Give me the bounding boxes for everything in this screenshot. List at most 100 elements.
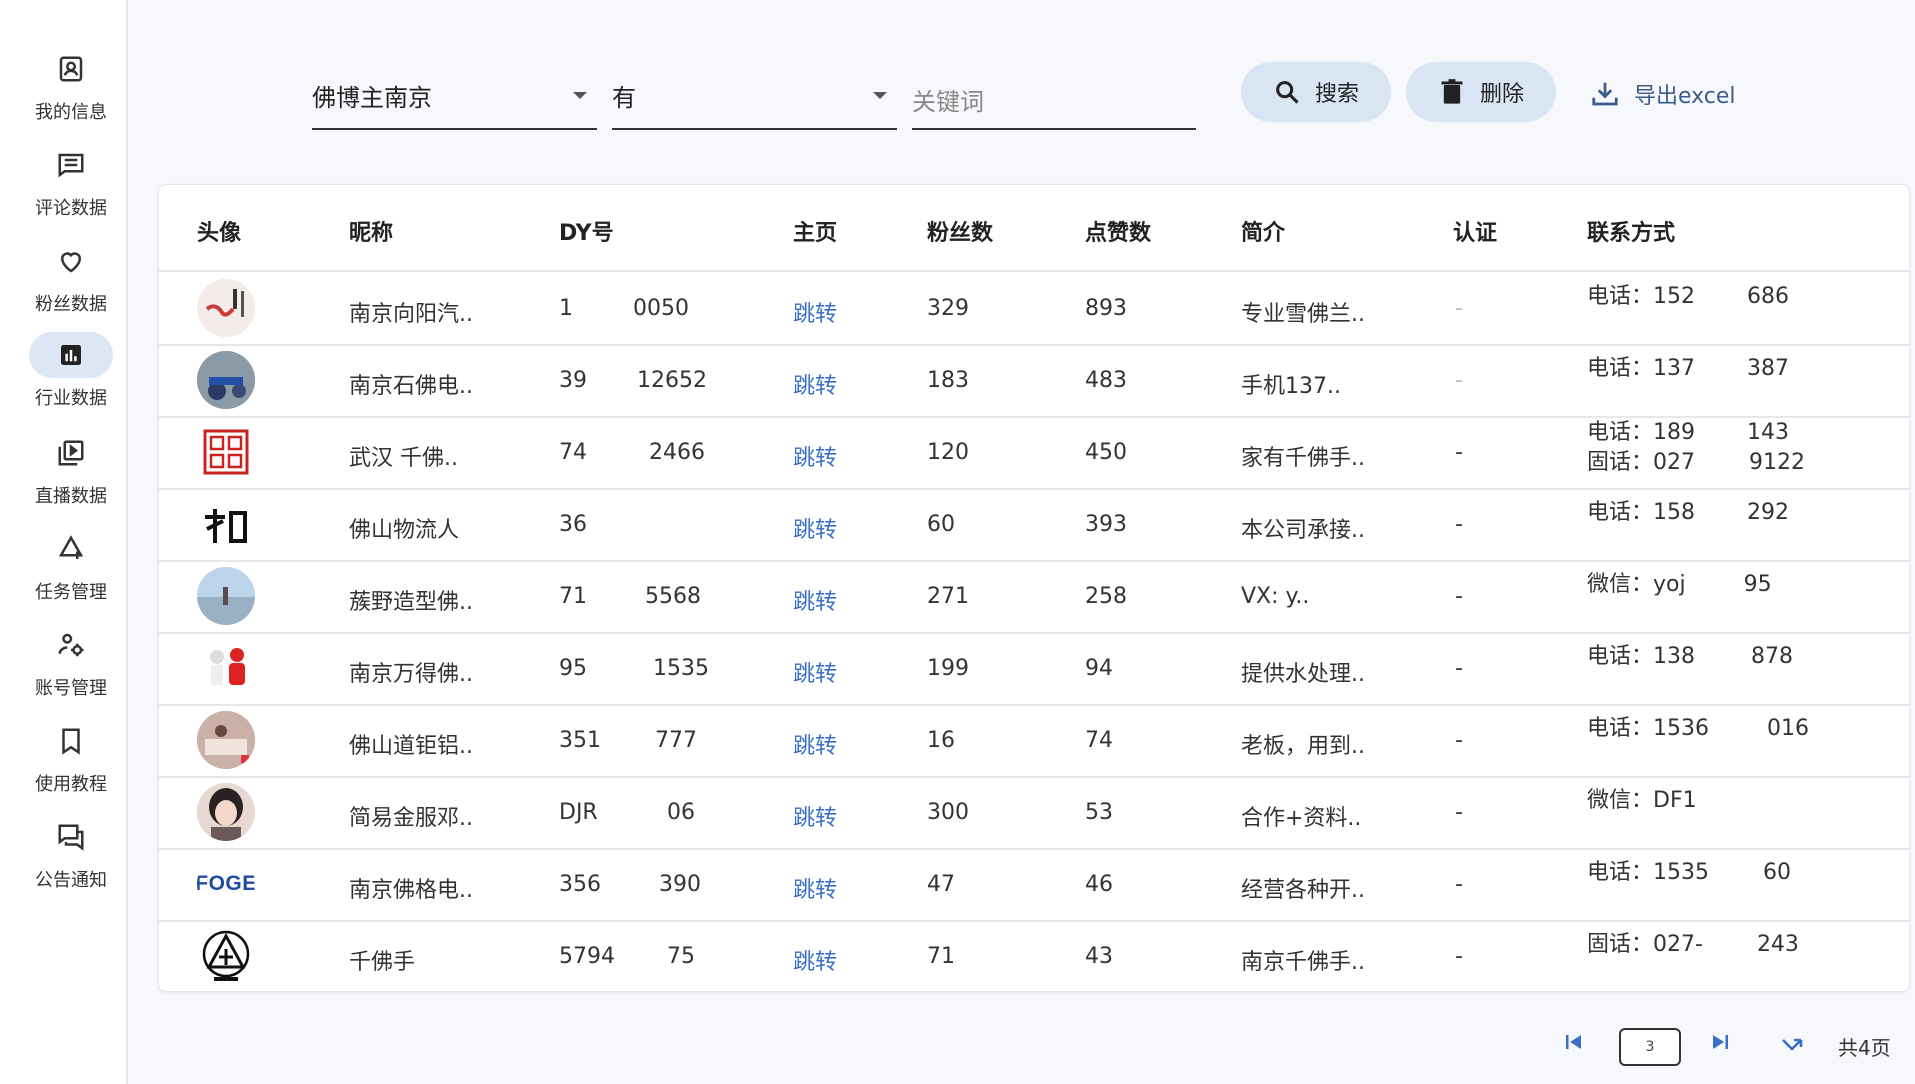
- contact-line: 电话：137: [1587, 356, 1695, 381]
- sidebar-item-live[interactable]: 直播数据: [14, 430, 128, 518]
- contact-line: 微信：DF1: [1587, 788, 1697, 813]
- table-row: FOGE 南京佛格电.. 356 390 跳转 47 46 经营各种开.. - …: [159, 848, 1909, 922]
- fans-cell: 199: [927, 656, 969, 681]
- contact-cell: 电话：152 686: [1587, 282, 1789, 312]
- table-row: 千佛手 5794 75 跳转 71 43 南京千佛手.. - 固话：027- 24…: [159, 920, 1909, 992]
- avatar: FOGE: [197, 855, 255, 913]
- contact-line-tail: 387: [1747, 356, 1789, 381]
- dy-cell: 71: [559, 584, 587, 609]
- sidebar-item-tutorial[interactable]: 使用教程: [14, 718, 128, 806]
- home-link[interactable]: 跳转: [793, 368, 837, 400]
- verify-cell: -: [1455, 368, 1463, 393]
- page-number-input[interactable]: [1619, 1028, 1681, 1066]
- bar-chart-icon: [29, 332, 113, 378]
- sidebar-item-industry[interactable]: 行业数据: [14, 332, 128, 420]
- home-link[interactable]: 跳转: [793, 872, 837, 904]
- avatar: [197, 711, 255, 769]
- export-excel-label: 导出excel: [1634, 84, 1736, 109]
- intro-cell: 专业雪佛兰..: [1241, 302, 1365, 327]
- verify-cell: -: [1455, 512, 1463, 537]
- sidebar-item-label: 公告通知: [35, 870, 107, 891]
- region-select[interactable]: 佛博主南京: [312, 62, 597, 130]
- fans-cell: 60: [927, 512, 955, 537]
- avatar: [197, 495, 255, 553]
- delete-button-label: 删除: [1479, 82, 1524, 107]
- verify-cell: -: [1455, 800, 1463, 825]
- likes-cell: 43: [1085, 944, 1113, 969]
- home-link[interactable]: 跳转: [793, 512, 837, 544]
- header-dy: DY号: [559, 221, 614, 246]
- contact-line: 电话：1535: [1587, 860, 1709, 885]
- verify-cell: -: [1455, 656, 1463, 681]
- total-pages: 共4页: [1838, 1036, 1891, 1060]
- dy-cell: 36: [559, 512, 587, 537]
- foge-logo-text: FOGE: [197, 872, 255, 895]
- avatar: [197, 927, 255, 985]
- home-link[interactable]: 跳转: [793, 656, 837, 688]
- contact-cell: 电话：189 143 固话：027 9122: [1587, 418, 1805, 478]
- sidebar-item-label: 任务管理: [35, 582, 107, 603]
- likes-cell: 393: [1085, 512, 1127, 537]
- sidebar-item-label: 账号管理: [35, 678, 107, 699]
- sidebar-item-notices[interactable]: 公告通知: [14, 814, 128, 902]
- dy-cell: 351: [559, 728, 601, 753]
- sidebar-item-label: 粉丝数据: [35, 294, 107, 315]
- likes-cell: 450: [1085, 440, 1127, 465]
- delete-button[interactable]: 删除: [1406, 62, 1556, 122]
- sidebar-item-comments[interactable]: 评论数据: [14, 142, 128, 230]
- contact-line: 电话：189: [1587, 420, 1695, 445]
- has-contact-select[interactable]: 有: [612, 62, 897, 130]
- verify-cell: -: [1455, 872, 1463, 897]
- likes-cell: 94: [1085, 656, 1113, 681]
- dy-cell: 5794: [559, 944, 615, 969]
- search-button[interactable]: 搜索: [1241, 62, 1391, 122]
- fans-cell: 120: [927, 440, 969, 465]
- avatar: [197, 423, 255, 481]
- influencer-table: 头像 昵称 DY号 主页 粉丝数 点赞数 简介 认证 联系方式 南京向阳汽.. …: [158, 184, 1910, 992]
- jump-page-button[interactable]: [1780, 1032, 1804, 1060]
- chevron-down-icon: [873, 91, 887, 99]
- home-link[interactable]: 跳转: [793, 800, 837, 832]
- export-excel-button[interactable]: 导出excel: [1590, 74, 1736, 114]
- dy-cell: 74: [559, 440, 587, 465]
- home-link[interactable]: 跳转: [793, 296, 837, 328]
- nickname-cell: 南京石佛电..: [349, 374, 473, 399]
- verify-cell: -: [1455, 296, 1463, 321]
- header-home: 主页: [793, 221, 838, 246]
- sidebar-item-label: 评论数据: [35, 198, 107, 219]
- sidebar-item-label: 行业数据: [35, 388, 107, 409]
- home-link[interactable]: 跳转: [793, 728, 837, 760]
- dy-cell: 1: [559, 296, 573, 321]
- dy-cell: 39: [559, 368, 587, 393]
- forum-icon: [29, 814, 113, 860]
- contact-cell: 电话：137 387: [1587, 354, 1789, 384]
- dy-cell-tail: 390: [659, 872, 701, 897]
- avatar: [197, 567, 255, 625]
- trash-icon: [1441, 79, 1463, 104]
- contact-line: 电话：158: [1587, 500, 1695, 525]
- last-page-button[interactable]: [1708, 1030, 1732, 1058]
- first-page-button[interactable]: [1562, 1030, 1586, 1058]
- bookmark-icon: [29, 718, 113, 764]
- sidebar-item-my-info[interactable]: 我的信息: [14, 46, 128, 134]
- table-header: 头像 昵称 DY号 主页 粉丝数 点赞数 简介 认证 联系方式: [159, 185, 1909, 272]
- fans-cell: 271: [927, 584, 969, 609]
- contact-line: 电话：152: [1587, 284, 1695, 309]
- keyword-input[interactable]: [912, 76, 1196, 130]
- contact-line-tail: 143: [1747, 420, 1789, 445]
- home-link[interactable]: 跳转: [793, 584, 837, 616]
- dy-cell-tail: 12652: [637, 368, 707, 393]
- sidebar-item-fans[interactable]: 粉丝数据: [14, 238, 128, 326]
- verify-cell: -: [1455, 944, 1463, 969]
- table-row: 佛山道钜铝.. 351 777 跳转 16 74 老板，用到.. - 电话：15…: [159, 704, 1909, 778]
- contact-cell: 固话：027- 243: [1587, 930, 1799, 960]
- sidebar-item-tasks[interactable]: 任务管理: [14, 526, 128, 614]
- sidebar-item-label: 直播数据: [35, 486, 107, 507]
- dy-cell: 356: [559, 872, 601, 897]
- home-link[interactable]: 跳转: [793, 440, 837, 472]
- home-link[interactable]: 跳转: [793, 944, 837, 976]
- likes-cell: 483: [1085, 368, 1127, 393]
- avatar: [197, 351, 255, 409]
- dy-cell-tail: 5568: [645, 584, 701, 609]
- sidebar-item-accounts[interactable]: 账号管理: [14, 622, 128, 710]
